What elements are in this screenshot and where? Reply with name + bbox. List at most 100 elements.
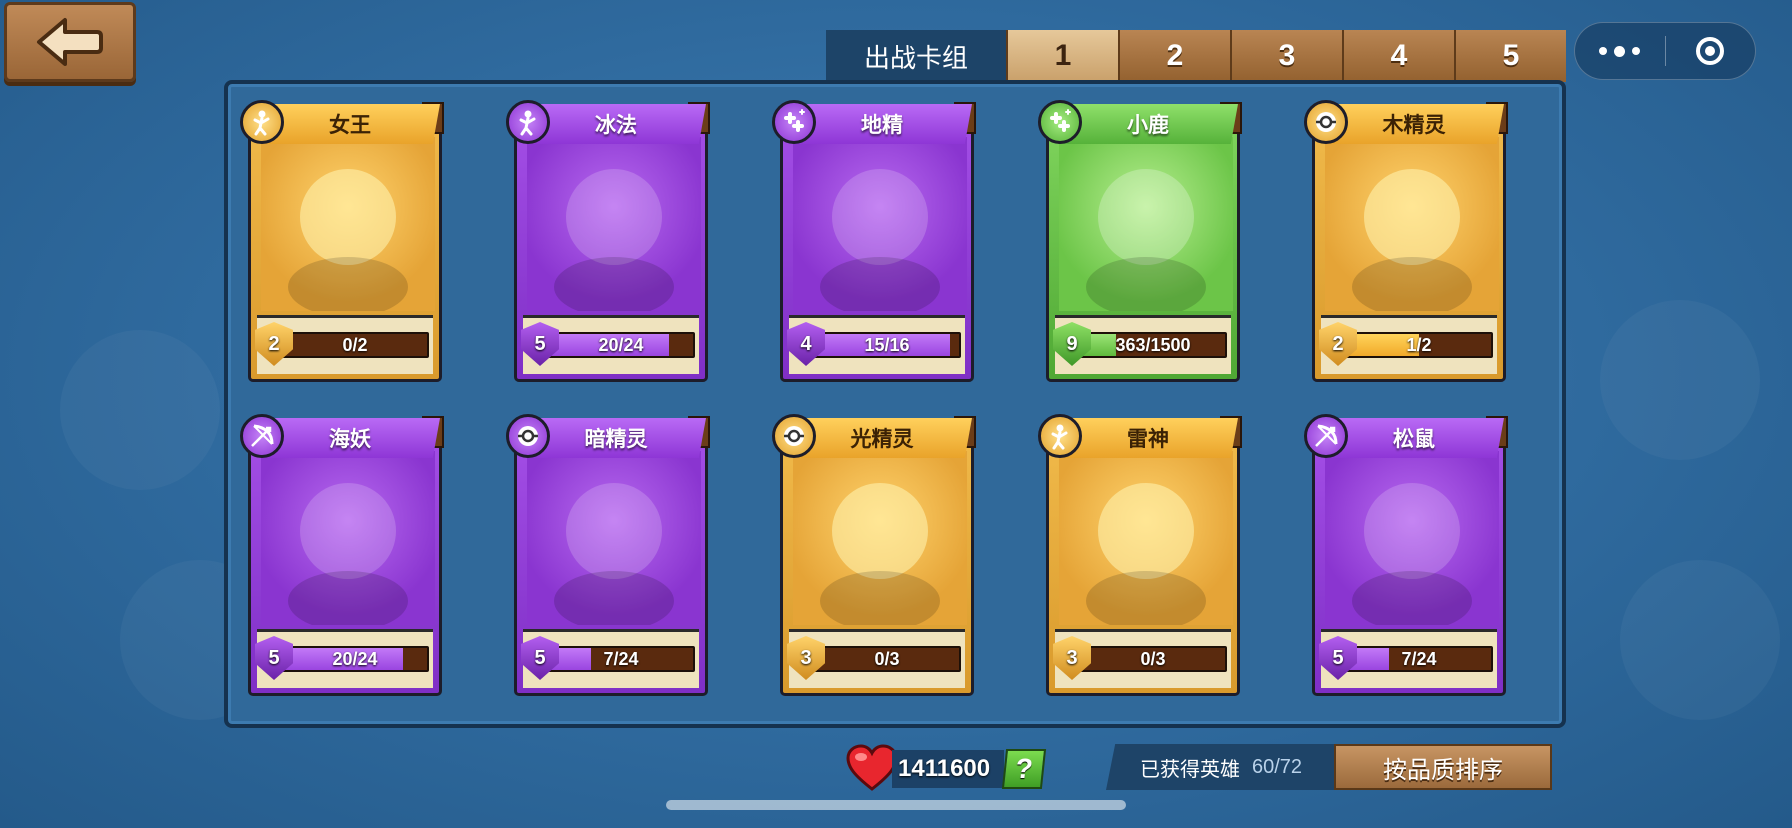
card-frame: 7/24 5 xyxy=(1312,434,1506,696)
card-footer: 20/24 5 xyxy=(521,315,699,374)
hero-card[interactable]: 20/24 5 冰法 xyxy=(506,100,712,384)
level-badge: 5 xyxy=(521,636,559,680)
deck-tab-4[interactable]: 4 xyxy=(1342,30,1454,82)
sort-by-quality-button[interactable]: 按品质排序 xyxy=(1334,744,1552,790)
card-footer: 363/1500 9 xyxy=(1053,315,1231,374)
card-footer: 7/24 5 xyxy=(1319,629,1497,688)
progress-text: 363/1500 xyxy=(1115,334,1191,355)
hero-name: 木精灵 xyxy=(1324,104,1504,144)
obtained-count: 60/72 xyxy=(1251,755,1303,778)
hero-portrait xyxy=(527,451,701,625)
hero-art-icon xyxy=(1086,169,1206,311)
hero-name: 冰法 xyxy=(526,104,706,144)
progress-text: 1/2 xyxy=(1406,334,1432,355)
hero-card[interactable]: 7/24 5 暗精灵 xyxy=(506,414,712,698)
melee-icon xyxy=(240,100,284,144)
upgrade-progress-bar: 15/16 xyxy=(813,332,961,358)
background-pattern xyxy=(1600,300,1760,460)
hero-portrait xyxy=(1059,451,1233,625)
level-badge: 9 xyxy=(1053,322,1091,366)
card-frame: 1/2 2 xyxy=(1312,120,1506,382)
hero-card[interactable]: 0/3 3 光精灵 xyxy=(772,414,978,698)
back-arrow-icon xyxy=(37,18,103,66)
orb-icon xyxy=(1304,100,1348,144)
card-frame: 20/24 5 xyxy=(514,120,708,382)
upgrade-progress-bar: 0/3 xyxy=(813,646,961,672)
level-badge: 3 xyxy=(1053,636,1091,680)
hero-card[interactable]: 0/2 2 女王 xyxy=(240,100,446,384)
progress-text: 0/3 xyxy=(874,648,900,669)
hero-portrait xyxy=(1325,137,1499,311)
upgrade-progress-bar: 0/3 xyxy=(1079,646,1227,672)
hero-portrait xyxy=(1059,137,1233,311)
hero-art-icon xyxy=(820,483,940,625)
hero-card[interactable]: 363/1500 9 小鹿 xyxy=(1038,100,1244,384)
deck-tab-5[interactable]: 5 xyxy=(1454,30,1566,82)
ranged-icon xyxy=(240,414,284,458)
upgrade-progress-bar: 363/1500 xyxy=(1079,332,1227,358)
obtained-label: 已获得英雄 xyxy=(1139,756,1240,781)
hero-name: 光精灵 xyxy=(792,418,972,458)
level-badge: 5 xyxy=(1319,636,1357,680)
more-menu-button[interactable] xyxy=(1575,23,1665,79)
card-frame: 7/24 5 xyxy=(514,434,708,696)
deck-label: 出战卡组 xyxy=(826,30,1006,82)
support-icon xyxy=(1038,100,1082,144)
orb-icon xyxy=(506,414,550,458)
deck-tab-2[interactable]: 2 xyxy=(1118,30,1230,82)
support-icon xyxy=(772,100,816,144)
melee-icon xyxy=(1038,414,1082,458)
deck-tab-1[interactable]: 1 xyxy=(1006,30,1118,82)
hero-name: 松鼠 xyxy=(1324,418,1504,458)
hero-portrait xyxy=(1325,451,1499,625)
hero-portrait xyxy=(261,451,435,625)
upgrade-progress-bar: 20/24 xyxy=(547,332,695,358)
upgrade-progress-bar: 1/2 xyxy=(1345,332,1493,358)
progress-text: 7/24 xyxy=(1401,648,1437,669)
target-icon xyxy=(1696,37,1725,65)
card-frame: 20/24 5 xyxy=(248,434,442,696)
hero-portrait xyxy=(261,137,435,311)
hero-card[interactable]: 1/2 2 木精灵 xyxy=(1304,100,1510,384)
home-indicator xyxy=(666,800,1126,810)
hero-name: 暗精灵 xyxy=(526,418,706,458)
upgrade-progress-bar: 7/24 xyxy=(547,646,695,672)
melee-icon xyxy=(506,100,550,144)
level-badge: 5 xyxy=(521,322,559,366)
hero-card[interactable]: 0/3 3 雷神 xyxy=(1038,414,1244,698)
hero-name: 雷神 xyxy=(1058,418,1238,458)
card-frame: 0/3 3 xyxy=(1046,434,1240,696)
upgrade-progress-bar: 20/24 xyxy=(281,646,429,672)
hero-art-icon xyxy=(820,169,940,311)
card-frame: 15/16 4 xyxy=(780,120,974,382)
level-badge: 2 xyxy=(255,322,293,366)
ranged-icon xyxy=(1304,414,1348,458)
deck-selector: 出战卡组 1 2 3 4 5 xyxy=(826,30,1566,82)
hero-art-icon xyxy=(288,169,408,311)
progress-text: 15/16 xyxy=(864,334,910,355)
background-pattern xyxy=(60,330,220,490)
level-badge: 4 xyxy=(787,322,825,366)
card-footer: 0/3 3 xyxy=(787,629,965,688)
help-button[interactable]: ? xyxy=(1002,749,1047,789)
hero-card[interactable]: 20/24 5 海妖 xyxy=(240,414,446,698)
hero-name: 小鹿 xyxy=(1058,104,1238,144)
hero-portrait xyxy=(793,451,967,625)
hero-name: 女王 xyxy=(260,104,440,144)
hero-card[interactable]: 15/16 4 地精 xyxy=(772,100,978,384)
deck-tab-3[interactable]: 3 xyxy=(1230,30,1342,82)
card-footer: 0/2 2 xyxy=(255,315,433,374)
hero-art-icon xyxy=(554,169,674,311)
level-badge: 5 xyxy=(255,636,293,680)
progress-text: 7/24 xyxy=(603,648,639,669)
card-footer: 7/24 5 xyxy=(521,629,699,688)
card-footer: 20/24 5 xyxy=(255,629,433,688)
hero-name: 地精 xyxy=(792,104,972,144)
dot-icon xyxy=(1632,47,1641,55)
close-miniprogram-button[interactable] xyxy=(1666,23,1756,79)
progress-text: 0/3 xyxy=(1140,648,1166,669)
back-button[interactable] xyxy=(4,2,136,82)
hero-card[interactable]: 7/24 5 松鼠 xyxy=(1304,414,1510,698)
upgrade-progress-bar: 0/2 xyxy=(281,332,429,358)
miniprogram-capsule xyxy=(1574,22,1756,80)
